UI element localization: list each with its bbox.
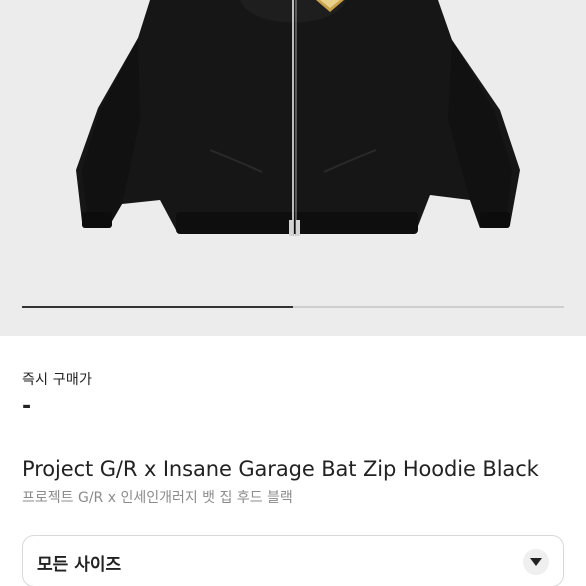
chevron-down-icon <box>523 549 549 575</box>
price-label: 즉시 구매가 <box>22 372 93 388</box>
carousel-progress-bar <box>22 306 564 308</box>
carousel-progress-fill <box>22 306 293 308</box>
product-title: Project G/R x Insane Garage Bat Zip Hood… <box>22 457 539 481</box>
size-select-dropdown[interactable]: 모든 사이즈 <box>22 535 564 586</box>
product-image-carousel[interactable] <box>0 0 586 336</box>
size-select-value: 모든 사이즈 <box>37 555 122 575</box>
price-value: - <box>22 394 32 419</box>
product-image <box>76 0 520 236</box>
product-subtitle: 프로젝트 G/R x 인세인개러지 뱃 집 후드 블랙 <box>22 490 293 506</box>
